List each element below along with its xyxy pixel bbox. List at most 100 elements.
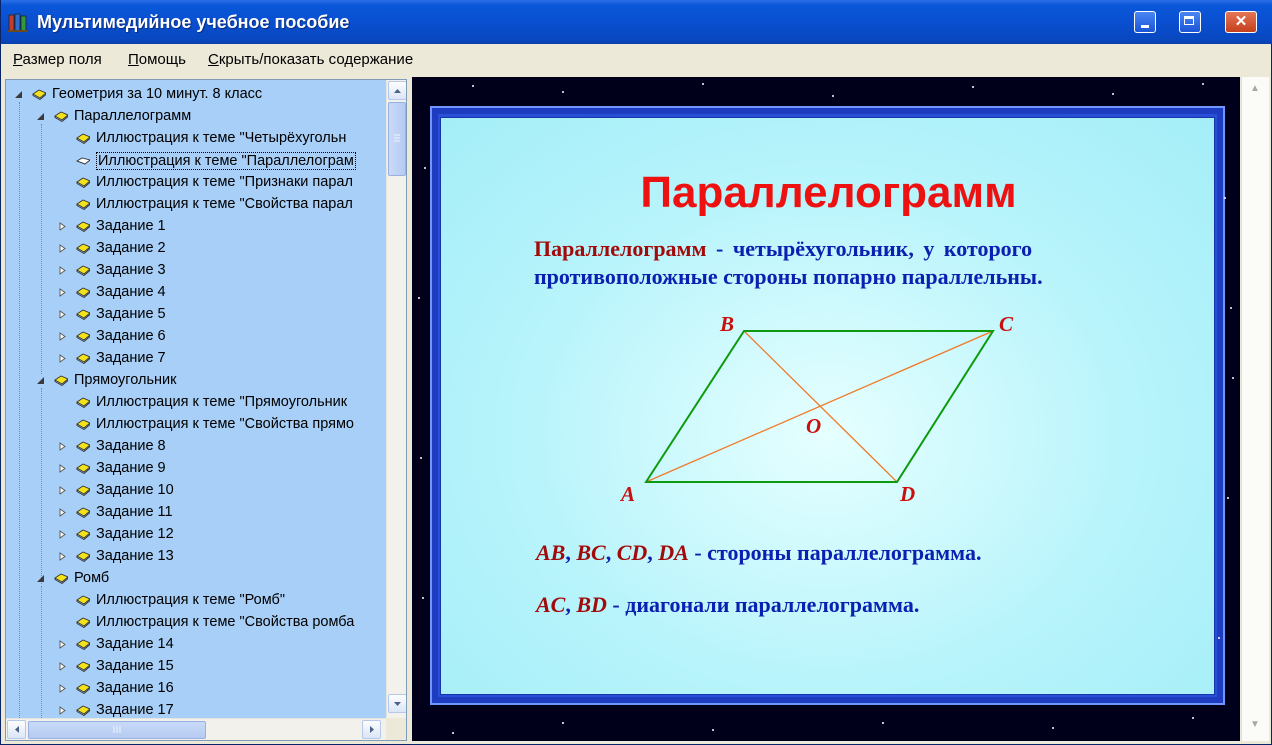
expand-icon[interactable] — [58, 310, 67, 319]
tree-task-item[interactable]: Задание 3 — [6, 260, 406, 282]
menu-accel-key: С — [208, 51, 219, 68]
tree-item-label: Задание 6 — [96, 328, 166, 344]
vertex-label-a: A — [621, 482, 636, 506]
tree-item-label: Задание 17 — [96, 702, 174, 718]
collapse-icon[interactable] — [36, 376, 45, 385]
expand-icon[interactable] — [58, 332, 67, 341]
scroll-down-button[interactable] — [388, 694, 406, 713]
tree-task-item[interactable]: Задание 6 — [6, 326, 406, 348]
tree-item-label: Задание 2 — [96, 240, 166, 256]
tree-item-label: Ромб — [74, 570, 110, 586]
scrollbar-corner — [386, 718, 406, 740]
expand-icon[interactable] — [58, 552, 67, 561]
scroll-left-button[interactable] — [7, 720, 26, 739]
tree-task-item[interactable]: Задание 15 — [6, 656, 406, 678]
expand-icon[interactable] — [58, 508, 67, 517]
book-icon — [76, 221, 90, 232]
tree-item-label: Задание 12 — [96, 526, 174, 542]
book-icon — [76, 705, 90, 716]
vertex-label-b: B — [720, 312, 735, 336]
menu-field-size[interactable]: Размер поля — [13, 51, 102, 68]
tree-task-item[interactable]: Задание 12 — [6, 524, 406, 546]
star-decoration — [1230, 307, 1232, 309]
expand-icon[interactable] — [58, 288, 67, 297]
star-decoration — [422, 597, 424, 599]
vertex-label-d: D — [900, 482, 916, 506]
expand-icon[interactable] — [58, 706, 67, 715]
expand-icon[interactable] — [58, 486, 67, 495]
tree-task-item[interactable]: Задание 11 — [6, 502, 406, 524]
tree-task-item[interactable]: Задание 16 — [6, 678, 406, 700]
tree-section[interactable]: Прямоугольник — [6, 370, 406, 392]
tree-item-label: Иллюстрация к теме "Свойства парал — [96, 196, 353, 212]
expand-icon[interactable] — [58, 244, 67, 253]
tree-root[interactable]: Геометрия за 10 минут. 8 класс — [6, 84, 406, 106]
tree-topic-item[interactable]: Иллюстрация к теме "Свойства парал — [6, 194, 406, 216]
slide: Параллелограмм Параллелограмм - четырёху… — [440, 117, 1215, 695]
tree-task-item[interactable]: Задание 8 — [6, 436, 406, 458]
tree-horizontal-scrollbar[interactable] — [6, 718, 386, 740]
expand-icon[interactable] — [58, 640, 67, 649]
arrow-up-icon[interactable]: ▲ — [1250, 83, 1260, 94]
arrow-down-icon[interactable]: ▼ — [1250, 719, 1260, 730]
tree-vertical-scrollbar[interactable] — [386, 80, 406, 718]
maximize-button[interactable] — [1179, 11, 1201, 33]
collapse-icon[interactable] — [36, 574, 45, 583]
minimize-button[interactable] — [1134, 11, 1156, 33]
tree-task-item[interactable]: Задание 14 — [6, 634, 406, 656]
diagonal-bd — [743, 330, 898, 483]
scroll-thumb[interactable] — [28, 721, 206, 739]
expand-icon[interactable] — [58, 464, 67, 473]
tree-task-item[interactable]: Задание 13 — [6, 546, 406, 568]
book-icon — [76, 507, 90, 518]
book-icon — [76, 683, 90, 694]
tree-task-item[interactable]: Задание 1 — [6, 216, 406, 238]
tree-topic-item[interactable]: Иллюстрация к теме "Четырёхугольн — [6, 128, 406, 150]
expand-icon[interactable] — [58, 266, 67, 275]
tree-task-item[interactable]: Задание 7 — [6, 348, 406, 370]
scroll-right-button[interactable] — [362, 720, 381, 739]
expand-icon[interactable] — [58, 222, 67, 231]
close-button[interactable]: ✕ — [1225, 11, 1257, 33]
content-vertical-scrollbar[interactable]: ▲ ▼ — [1241, 77, 1269, 741]
title-bar[interactable]: Мультимедийное учебное пособие ✕ — [1, 0, 1272, 44]
tree-task-item[interactable]: Задание 2 — [6, 238, 406, 260]
tree-item-label: Иллюстрация к теме "Прямоугольник — [96, 394, 348, 410]
expand-icon[interactable] — [58, 354, 67, 363]
menu-toggle-contents[interactable]: Скрыть/показать содержание — [208, 51, 413, 68]
tree-item-label: Параллелограмм — [74, 108, 192, 124]
tree-topic-item[interactable]: Иллюстрация к теме "Ромб" — [6, 590, 406, 612]
expand-icon[interactable] — [58, 530, 67, 539]
tree-topic-item[interactable]: Иллюстрация к теме "Признаки парал — [6, 172, 406, 194]
expand-icon[interactable] — [58, 442, 67, 451]
arrow-right-icon — [370, 726, 374, 733]
tree-topic-item[interactable]: Иллюстрация к теме "Параллелограм — [6, 150, 406, 172]
diagonals-line: AC, BD - диагонали параллелограмма. — [536, 592, 920, 617]
tree-task-item[interactable]: Задание 4 — [6, 282, 406, 304]
tree-item-label: Задание 4 — [96, 284, 166, 300]
book-icon — [76, 199, 90, 210]
star-decoration — [1227, 497, 1229, 499]
scroll-up-button[interactable] — [388, 81, 406, 100]
tree-section[interactable]: Ромб — [6, 568, 406, 590]
tree-item-label: Иллюстрация к теме "Свойства прямо — [96, 416, 354, 432]
book-icon — [76, 331, 90, 342]
scroll-thumb[interactable] — [388, 102, 406, 176]
collapse-icon[interactable] — [14, 90, 23, 99]
tree-task-item[interactable]: Задание 10 — [6, 480, 406, 502]
tree-task-item[interactable]: Задание 9 — [6, 458, 406, 480]
sides-line: AB, BC, CD, DA - стороны параллелограмма… — [536, 540, 982, 565]
tree-topic-item[interactable]: Иллюстрация к теме "Свойства прямо — [6, 414, 406, 436]
tree-topic-item[interactable]: Иллюстрация к теме "Прямоугольник — [6, 392, 406, 414]
menu-help[interactable]: Помощь — [128, 51, 186, 68]
book-icon — [76, 617, 90, 628]
expand-icon[interactable] — [58, 684, 67, 693]
contents-tree[interactable]: Геометрия за 10 минут. 8 класс Параллелог… — [5, 79, 407, 741]
book-icon — [76, 397, 90, 408]
tree-section[interactable]: Параллелограмм — [6, 106, 406, 128]
collapse-icon[interactable] — [36, 112, 45, 121]
tree-task-item[interactable]: Задание 5 — [6, 304, 406, 326]
diag-bd: BD — [576, 592, 607, 617]
expand-icon[interactable] — [58, 662, 67, 671]
tree-topic-item[interactable]: Иллюстрация к теме "Свойства ромба — [6, 612, 406, 634]
